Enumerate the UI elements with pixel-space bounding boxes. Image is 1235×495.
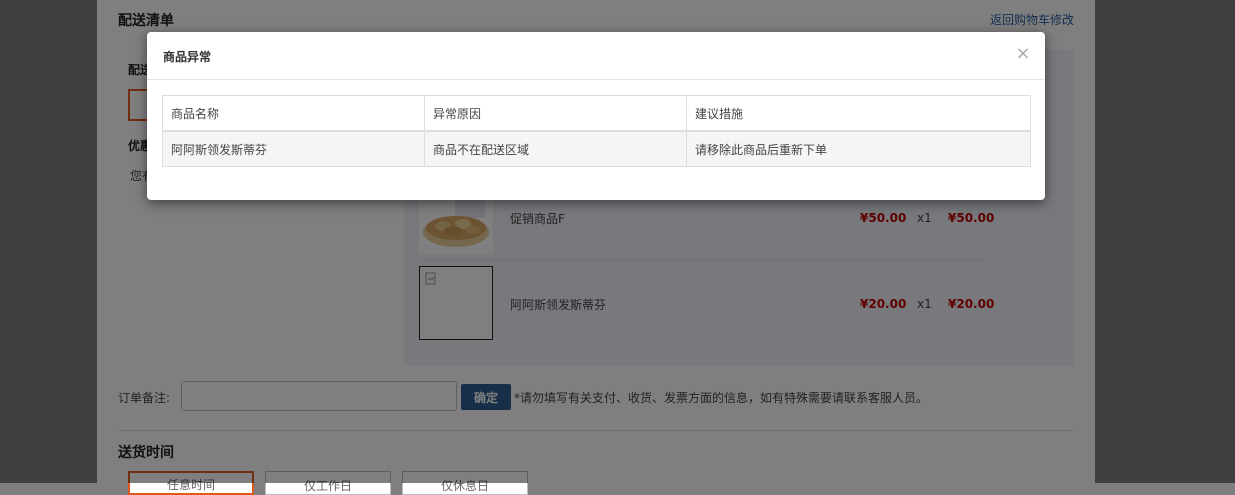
modal-header: 商品异常 × <box>147 32 1045 80</box>
cell-reason: 商品不在配送区域 <box>424 130 687 167</box>
exception-table: 商品名称 异常原因 建议措施 阿阿斯领发斯蒂芬 商品不在配送区域 请移除此商品后… <box>162 95 1031 167</box>
cell-suggestion: 请移除此商品后重新下单 <box>686 130 1031 167</box>
close-icon[interactable]: × <box>1015 44 1031 64</box>
cell-product: 阿阿斯领发斯蒂芬 <box>162 130 425 167</box>
table-header-row: 商品名称 异常原因 建议措施 <box>162 95 1031 132</box>
column-header-suggestion: 建议措施 <box>686 95 1031 132</box>
product-exception-modal: 商品异常 × 商品名称 异常原因 建议措施 阿阿斯领发斯蒂芬 商品不在配送区域 … <box>147 32 1045 200</box>
column-header-product: 商品名称 <box>162 95 425 132</box>
modal-title: 商品异常 <box>163 50 212 64</box>
table-row: 阿阿斯领发斯蒂芬 商品不在配送区域 请移除此商品后重新下单 <box>162 130 1031 167</box>
column-header-reason: 异常原因 <box>424 95 687 132</box>
